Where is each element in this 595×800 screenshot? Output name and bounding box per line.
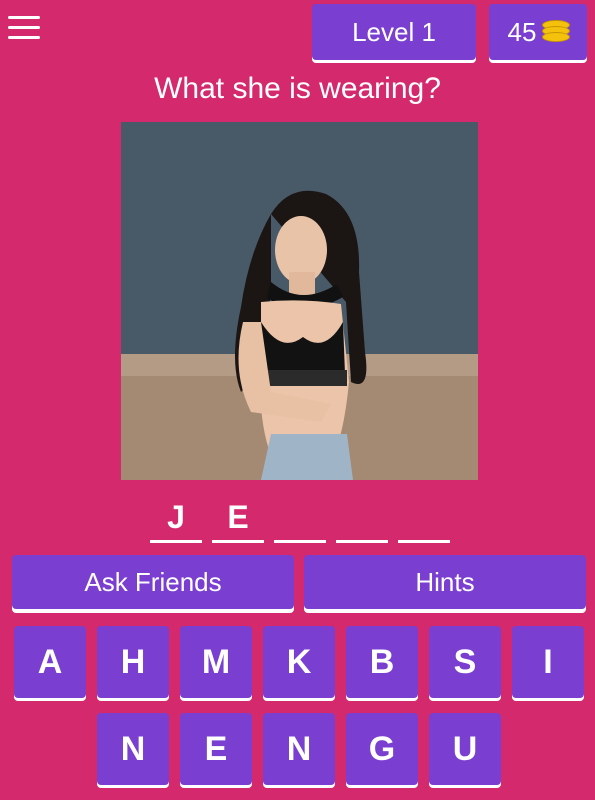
- answer-slot[interactable]: [274, 498, 326, 543]
- ask-friends-button[interactable]: Ask Friends: [12, 555, 294, 609]
- quiz-photo: [121, 122, 478, 480]
- ask-friends-label: Ask Friends: [84, 566, 222, 597]
- key-n[interactable]: N: [263, 713, 335, 785]
- coin-count: 45: [507, 16, 537, 47]
- key-h[interactable]: H: [97, 626, 169, 698]
- key-i[interactable]: I: [512, 626, 584, 698]
- key-k[interactable]: K: [263, 626, 335, 698]
- coin-stack-icon: [542, 20, 571, 44]
- hints-button[interactable]: Hints: [304, 555, 586, 609]
- key-b[interactable]: B: [346, 626, 418, 698]
- coins-badge[interactable]: 45: [489, 4, 587, 60]
- key-n[interactable]: N: [97, 713, 169, 785]
- question-text: What she is wearing?: [154, 72, 441, 105]
- key-a[interactable]: A: [14, 626, 86, 698]
- answer-slot[interactable]: [336, 498, 388, 543]
- key-u[interactable]: U: [429, 713, 501, 785]
- level-badge: Level 1: [312, 4, 476, 60]
- key-g[interactable]: G: [346, 713, 418, 785]
- key-e[interactable]: E: [180, 713, 252, 785]
- key-m[interactable]: M: [180, 626, 252, 698]
- answer-slot[interactable]: [398, 498, 450, 543]
- menu-icon[interactable]: [8, 16, 40, 44]
- hints-label: Hints: [415, 566, 475, 597]
- level-label: Level 1: [352, 16, 436, 47]
- key-s[interactable]: S: [429, 626, 501, 698]
- answer-slot[interactable]: E: [212, 498, 264, 543]
- answer-slot[interactable]: J: [150, 498, 202, 543]
